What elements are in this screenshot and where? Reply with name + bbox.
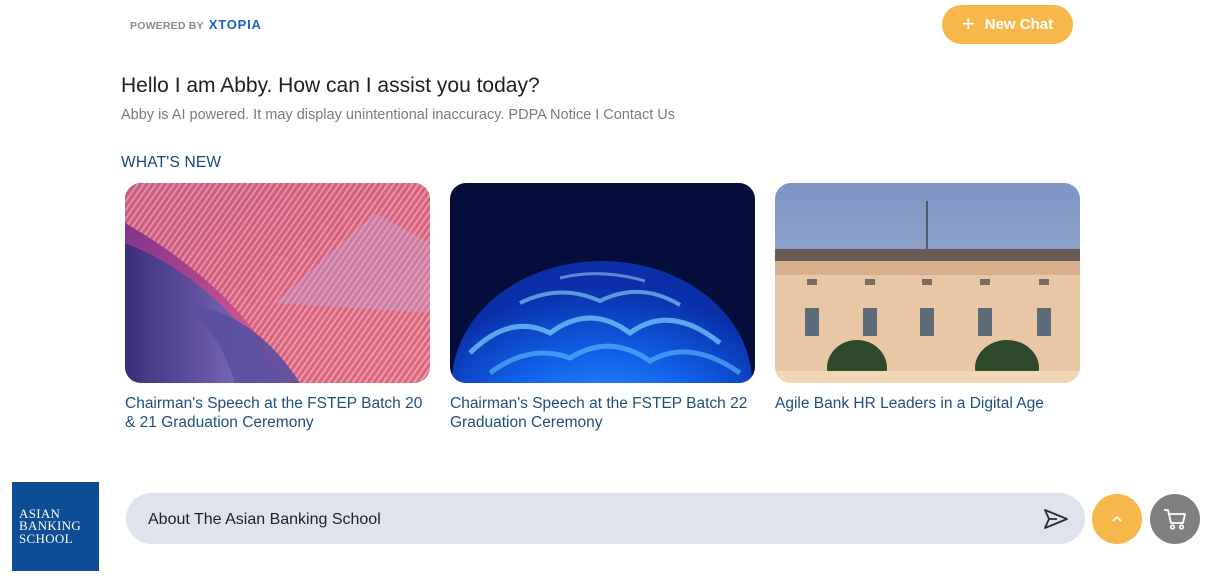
powered-by: POWERED BY XTOPIA bbox=[130, 17, 262, 32]
disclaimer-text: Abby is AI powered. It may display unint… bbox=[121, 107, 505, 123]
plus-icon: + bbox=[961, 10, 975, 36]
logo-line: SCHOOL bbox=[19, 530, 73, 546]
contact-us-link[interactable]: Contact Us bbox=[603, 107, 675, 123]
news-card-title[interactable]: Chairman's Speech at the FSTEP Batch 22 … bbox=[450, 394, 755, 432]
asian-banking-school-logo: ASIAN BANKING SCHOOL bbox=[12, 482, 99, 571]
whats-new-heading: WHAT'S NEW bbox=[121, 154, 222, 171]
disclaimer: Abby is AI powered. It may display unint… bbox=[121, 107, 675, 123]
news-card[interactable]: Chairman's Speech at the FSTEP Batch 20 … bbox=[125, 183, 430, 432]
cart-icon bbox=[1164, 509, 1186, 530]
send-button[interactable] bbox=[1041, 505, 1071, 533]
classical-building-facade-image bbox=[775, 183, 1080, 383]
news-card-title[interactable]: Agile Bank HR Leaders in a Digital Age bbox=[775, 394, 1080, 413]
scroll-to-top-button[interactable] bbox=[1092, 494, 1142, 544]
link-separator: I bbox=[595, 107, 600, 123]
news-card[interactable]: Agile Bank HR Leaders in a Digital Age bbox=[775, 183, 1080, 413]
new-chat-button[interactable]: + New Chat bbox=[942, 5, 1073, 44]
blue-abstract-sphere-image bbox=[450, 183, 755, 383]
cart-button[interactable] bbox=[1150, 494, 1200, 544]
chat-input[interactable] bbox=[146, 493, 1030, 546]
greeting-title: Hello I am Abby. How can I assist you to… bbox=[121, 74, 540, 97]
pink-abstract-architecture-image bbox=[125, 183, 430, 383]
send-icon bbox=[1044, 509, 1068, 529]
chat-input-bar bbox=[126, 493, 1085, 546]
powered-by-label: POWERED BY bbox=[130, 20, 204, 32]
news-card-title[interactable]: Chairman's Speech at the FSTEP Batch 20 … bbox=[125, 394, 430, 432]
xtopia-logo: XTOPIA bbox=[208, 17, 262, 32]
pdpa-notice-link[interactable]: PDPA Notice bbox=[508, 107, 591, 123]
new-chat-label: New Chat bbox=[984, 16, 1054, 33]
news-card[interactable]: Chairman's Speech at the FSTEP Batch 22 … bbox=[450, 183, 755, 432]
chat-home: POWERED BY XTOPIA + New Chat Hello I am … bbox=[0, 0, 1221, 583]
chevron-up-icon bbox=[1112, 515, 1122, 522]
